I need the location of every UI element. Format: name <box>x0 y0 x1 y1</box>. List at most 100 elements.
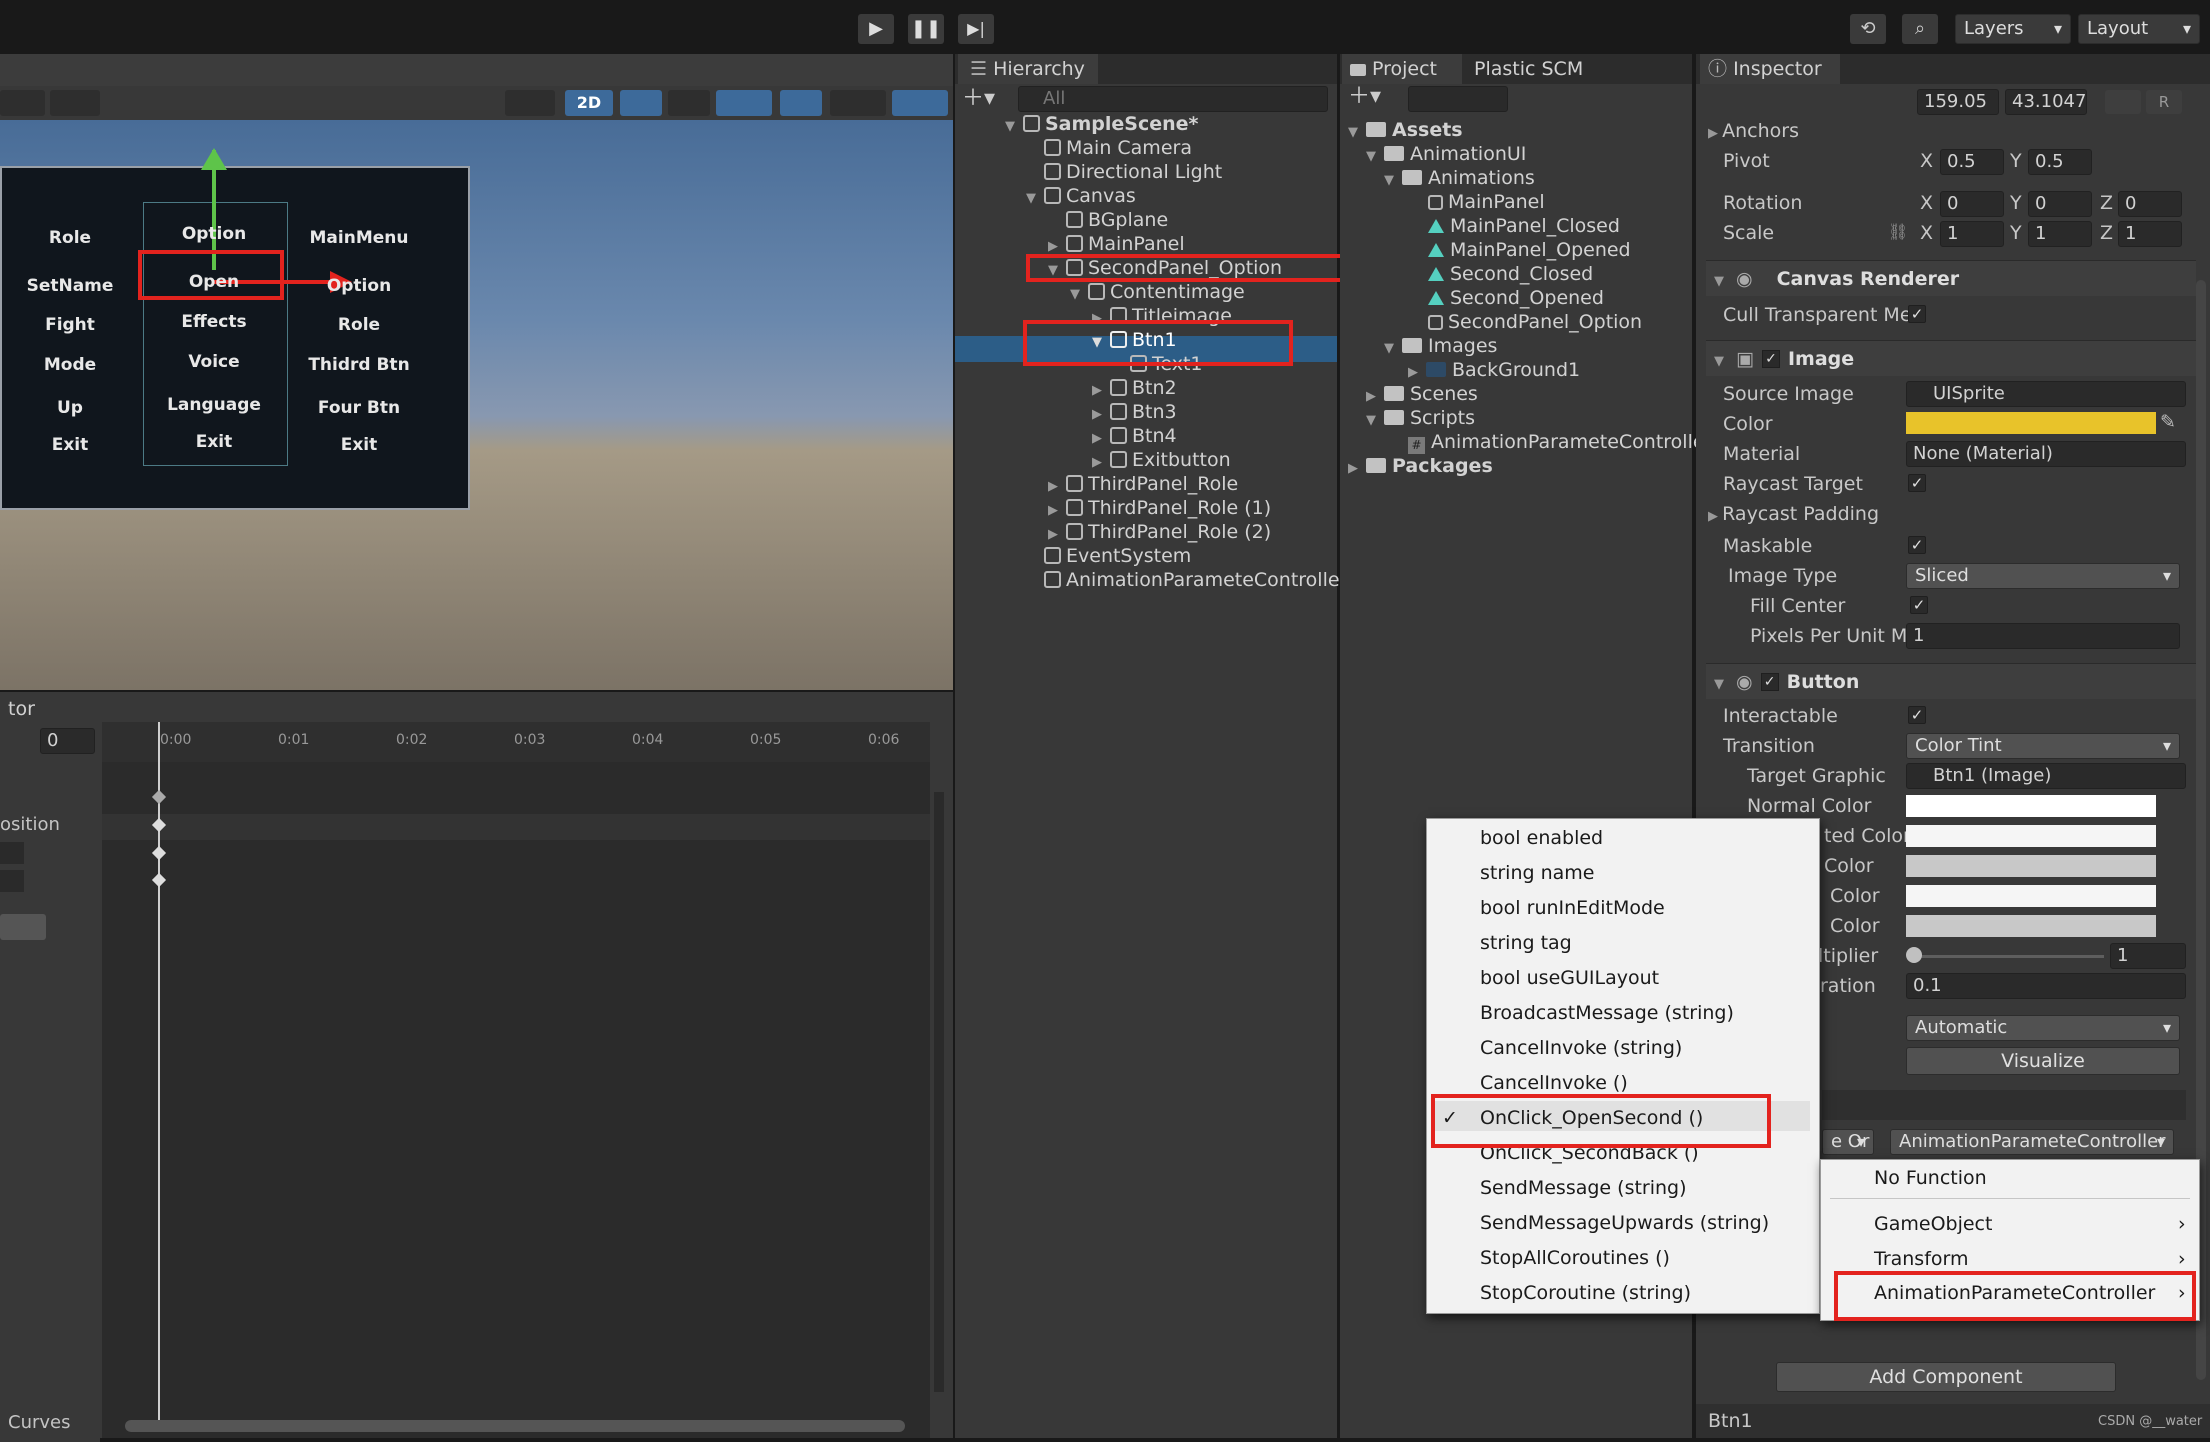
expand-icon[interactable]: ▶ <box>1348 457 1366 481</box>
scene-viewport[interactable] <box>0 120 953 690</box>
rotation-x-field[interactable]: 0 <box>1940 191 2004 217</box>
disabled-color-swatch[interactable] <box>1906 915 2156 937</box>
pivot-x-field[interactable]: 0.5 <box>1940 149 2004 175</box>
frame-field[interactable]: 0 <box>40 728 95 754</box>
multiplier-slider-thumb[interactable] <box>1906 947 1922 963</box>
effects-toggle[interactable] <box>716 90 772 116</box>
runtime-dropdown[interactable]: e Or <box>1822 1129 1874 1155</box>
property-x-field[interactable] <box>0 842 24 864</box>
transition-dropdown[interactable]: Color Tint <box>1906 733 2180 759</box>
visualize-button[interactable]: Visualize <box>1906 1047 2180 1075</box>
project-item[interactable]: ▼ AnimationUI <box>1366 142 1526 166</box>
project-item[interactable]: ▼ Assets <box>1348 118 1463 142</box>
property-y-field[interactable] <box>0 870 24 892</box>
tab-plastic-scm[interactable]: Plastic SCM <box>1466 54 1583 84</box>
tree-item[interactable]: ▶ Btn2 <box>1092 376 1177 400</box>
expand-icon[interactable]: ▼ <box>1026 187 1044 211</box>
visibility-toggle[interactable] <box>780 90 822 116</box>
tree-item[interactable]: BGplane <box>1066 208 1168 232</box>
project-item[interactable]: Second_Opened <box>1428 286 1604 310</box>
normal-color-swatch[interactable] <box>1906 795 2156 817</box>
project-item[interactable]: MainPanel_Opened <box>1428 238 1631 262</box>
shading-mode-button[interactable] <box>505 90 555 116</box>
audio-toggle[interactable] <box>668 90 710 116</box>
tab-project[interactable]: Project <box>1342 54 1462 84</box>
expand-icon[interactable]: ▼ <box>1384 169 1402 193</box>
tree-item[interactable]: AnimationParameteController <box>1044 568 1347 592</box>
create-button[interactable]: ＋▾ <box>962 88 1004 112</box>
material-field[interactable]: None (Material) <box>1906 441 2186 467</box>
menu-item[interactable]: string tag <box>1480 928 1572 958</box>
play-button[interactable]: ▶ <box>858 14 894 44</box>
cull-checkbox[interactable]: ✓ <box>1908 305 1926 323</box>
step-button[interactable]: ▶| <box>958 14 994 44</box>
tree-item[interactable]: ▶ Btn4 <box>1092 424 1177 448</box>
target-graphic-field[interactable]: Btn1 (Image) <box>1906 763 2186 789</box>
ppu-field[interactable]: 1 <box>1906 623 2180 649</box>
expand-icon[interactable]: ▼ <box>1348 121 1366 145</box>
layout-dropdown[interactable]: Layout <box>2078 14 2200 44</box>
timeline-ruler[interactable]: 0:00 0:01 0:02 0:03 0:04 0:05 0:06 <box>102 722 930 762</box>
multiplier-slider-track[interactable] <box>1914 955 2104 958</box>
vertical-scrollbar[interactable] <box>934 792 944 1392</box>
anchors-label[interactable]: ▶ Anchors <box>1708 120 1799 142</box>
project-item[interactable]: ▶ Scenes <box>1366 382 1478 406</box>
scale-x-field[interactable]: 1 <box>1940 221 2004 247</box>
image-type-dropdown[interactable]: Sliced <box>1906 563 2180 589</box>
project-search-input[interactable] <box>1408 86 1508 112</box>
menu-item[interactable]: StopCoroutine (string) <box>1480 1278 1691 1308</box>
raw-edit-button[interactable]: R <box>2146 90 2182 114</box>
button-component-header[interactable]: ▼ ◉ ✓ Button <box>1706 663 2196 699</box>
menu-item[interactable]: BroadcastMessage (string) <box>1480 998 1734 1028</box>
menu-item[interactable]: bool runInEditMode <box>1480 893 1665 923</box>
dopesheet[interactable] <box>102 762 930 1438</box>
layers-dropdown[interactable]: Layers <box>1955 14 2071 44</box>
history-icon[interactable]: ⟲ <box>1850 14 1886 44</box>
scale-y-field[interactable]: 1 <box>2028 221 2092 247</box>
2d-toggle[interactable]: 2D <box>565 90 613 116</box>
gizmo-tool-button[interactable] <box>0 90 45 116</box>
menu-item-gameobject[interactable]: GameObject <box>1874 1209 1992 1239</box>
menu-item[interactable]: CancelInvoke (string) <box>1480 1033 1682 1063</box>
menu-item-transform[interactable]: Transform <box>1874 1244 1969 1274</box>
tree-item[interactable]: ▶ ThirdPanel_Role (1) <box>1048 496 1271 520</box>
camera-button[interactable] <box>830 90 886 116</box>
link-icon[interactable]: ⛓ <box>1888 222 1908 241</box>
expand-icon[interactable]: ▼ <box>1005 115 1023 139</box>
raycast-target-checkbox[interactable]: ✓ <box>1908 474 1926 492</box>
raycast-padding-label[interactable]: ▶ Raycast Padding <box>1708 503 1879 525</box>
canvas-renderer-header[interactable]: ▼ ◉ Canvas Renderer <box>1706 260 2196 296</box>
project-item[interactable]: ▶ BackGround1 <box>1408 358 1580 382</box>
image-component-header[interactable]: ▼ ▣ ✓ Image <box>1706 340 2196 376</box>
property-position[interactable]: osition <box>0 814 60 835</box>
tree-item[interactable]: EventSystem <box>1044 544 1191 568</box>
tab-animation[interactable]: tor <box>0 694 35 724</box>
preview-object-dropdown[interactable]: Btn1 <box>1708 1410 1753 1432</box>
fill-center-checkbox[interactable]: ✓ <box>1910 596 1928 614</box>
blueprint-button[interactable] <box>2105 90 2141 114</box>
pressed-color-swatch[interactable] <box>1906 855 2156 877</box>
gizmos-button[interactable] <box>892 90 948 116</box>
project-item[interactable]: ▼ Images <box>1384 334 1497 358</box>
project-item[interactable]: ▼ Animations <box>1384 166 1535 190</box>
tab-hierarchy[interactable]: ☰ Hierarchy <box>958 54 1098 84</box>
eyedropper-icon[interactable]: ✎ <box>2160 411 2176 433</box>
horizontal-scrollbar[interactable] <box>125 1420 905 1432</box>
project-item[interactable]: MainPanel <box>1428 190 1545 214</box>
color-swatch[interactable] <box>1906 412 2156 434</box>
height-field[interactable]: 43.1047 <box>2005 89 2087 115</box>
lighting-toggle[interactable] <box>620 90 662 116</box>
grid-tool-button[interactable] <box>50 90 100 116</box>
fade-duration-field[interactable]: 0.1 <box>1906 973 2186 999</box>
navigation-dropdown[interactable]: Automatic <box>1906 1015 2180 1041</box>
add-property-button[interactable] <box>0 914 46 940</box>
tree-item[interactable]: Main Camera <box>1044 136 1192 160</box>
project-item[interactable]: ▼ Scripts <box>1366 406 1475 430</box>
tree-item[interactable]: Directional Light <box>1044 160 1222 184</box>
search-icon[interactable]: ⌕ <box>1902 14 1938 44</box>
project-item[interactable]: SecondPanel_Option <box>1428 310 1642 334</box>
menu-item-no-function[interactable]: No Function <box>1874 1163 1987 1193</box>
scale-z-field[interactable]: 1 <box>2118 221 2182 247</box>
project-item[interactable]: ▶ Packages <box>1348 454 1493 478</box>
menu-item[interactable]: SendMessage (string) <box>1480 1173 1687 1203</box>
